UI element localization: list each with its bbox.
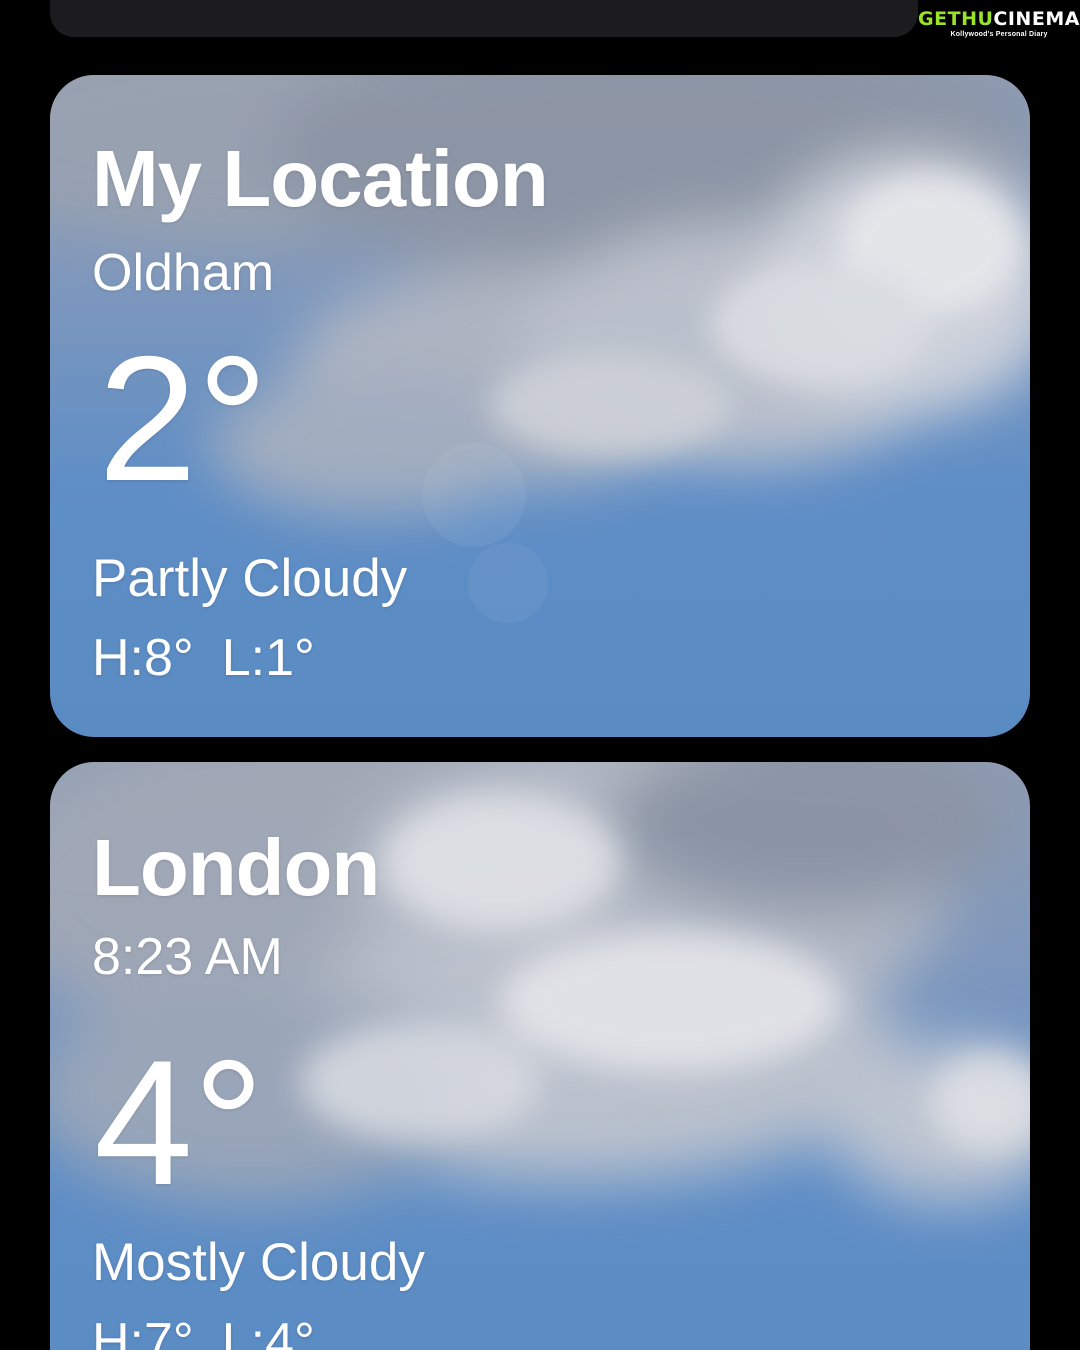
weather-card-london[interactable]: London 8:23 AM 4° Mostly Cloudy H:7° L:4° — [50, 762, 1030, 1350]
weather-card-my-location[interactable]: My Location Oldham 2° Partly Cloudy H:8°… — [50, 75, 1030, 737]
high-temperature: H:7° — [92, 1313, 194, 1350]
low-temperature: L:4° — [221, 1313, 315, 1350]
location-time: 8:23 AM — [92, 928, 283, 986]
high-low-temperature: H:7° L:4° — [92, 1312, 315, 1350]
weather-condition: Mostly Cloudy — [92, 1233, 425, 1292]
watermark-brand-part1: GETHU — [918, 8, 994, 30]
location-title: London — [92, 823, 380, 912]
high-low-temperature: H:8° L:1° — [92, 628, 315, 688]
card-content: London 8:23 AM 4° Mostly Cloudy H:7° L:4° — [92, 762, 1030, 1350]
high-temperature: H:8° — [92, 629, 194, 687]
watermark-brand-part2: CINEMA — [993, 8, 1080, 30]
location-subtitle: Oldham — [92, 244, 275, 302]
current-temperature: 2° — [98, 319, 269, 518]
weather-condition: Partly Cloudy — [92, 549, 408, 608]
current-temperature: 4° — [94, 1023, 265, 1222]
watermark-brand: GETHUCINEMA — [918, 10, 1080, 29]
low-temperature: L:1° — [221, 629, 315, 687]
search-bar[interactable] — [50, 0, 918, 37]
watermark-tagline: Kollywood's Personal Diary — [950, 31, 1048, 38]
watermark-logo: GETHUCINEMA Kollywood's Personal Diary — [918, 0, 1080, 48]
card-content: My Location Oldham 2° Partly Cloudy H:8°… — [92, 75, 1030, 737]
location-title: My Location — [92, 134, 549, 223]
